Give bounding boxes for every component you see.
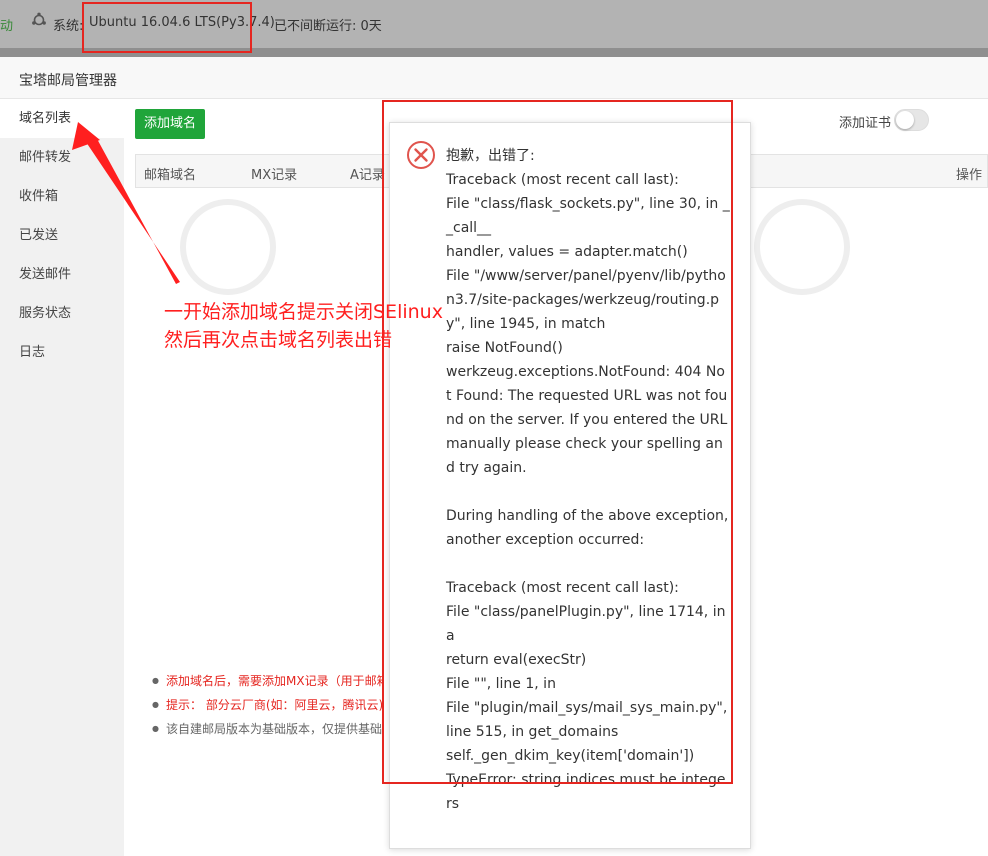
note-item: 提示： 部分云厂商(如：阿里云，腾讯云)默 bbox=[152, 693, 382, 717]
ubuntu-icon bbox=[32, 12, 46, 26]
sidebar-item-service-status[interactable]: 服务状态 bbox=[0, 294, 124, 333]
annotation-text: 一开始添加域名提示关闭SElinux 然后再次点击域名列表出错 bbox=[164, 298, 443, 354]
notes-list: 添加域名后，需要添加MX记录（用于邮箱 提示： 部分云厂商(如：阿里云，腾讯云)… bbox=[152, 669, 382, 741]
sidebar-item-domain-list[interactable]: 域名列表 bbox=[0, 99, 124, 138]
sidebar-item-mail-forward[interactable]: 邮件转发 bbox=[0, 138, 124, 177]
modal-title: 宝塔邮局管理器 bbox=[19, 73, 117, 89]
sidebar-item-sent[interactable]: 已发送 bbox=[0, 216, 124, 255]
add-cert-toggle[interactable] bbox=[894, 109, 929, 131]
online-status-text: 动 bbox=[0, 19, 14, 34]
sidebar-item-send-mail[interactable]: 发送邮件 bbox=[0, 255, 124, 294]
highlight-box-error bbox=[382, 100, 733, 784]
modal-header: 宝塔邮局管理器 bbox=[0, 57, 988, 99]
note-item: 该自建邮局版本为基础版本，仅提供基础功 bbox=[152, 717, 382, 741]
note-item: 添加域名后，需要添加MX记录（用于邮箱 bbox=[152, 669, 382, 693]
highlight-box-system bbox=[82, 2, 252, 53]
th-domain: 邮箱域名 bbox=[144, 168, 197, 183]
th-actions: 操作 bbox=[956, 168, 983, 183]
ghost-gauge-left bbox=[180, 199, 276, 295]
sidebar: 域名列表 邮件转发 收件箱 已发送 发送邮件 服务状态 日志 bbox=[0, 99, 124, 856]
th-mx: MX记录 bbox=[251, 168, 298, 183]
toggle-knob bbox=[896, 111, 914, 129]
sidebar-item-inbox[interactable]: 收件箱 bbox=[0, 177, 124, 216]
ghost-gauge-right bbox=[754, 199, 850, 295]
annotation-line-1: 一开始添加域名提示关闭SElinux bbox=[164, 301, 443, 323]
uptime-text: 已不间断运行: 0天 bbox=[274, 19, 382, 34]
sidebar-item-logs[interactable]: 日志 bbox=[0, 333, 124, 372]
add-cert-label: 添加证书 bbox=[839, 116, 892, 131]
th-a: A记录 bbox=[350, 168, 385, 183]
system-label: 系统: bbox=[53, 19, 84, 34]
add-domain-button[interactable]: 添加域名 bbox=[135, 109, 205, 139]
annotation-line-2: 然后再次点击域名列表出错 bbox=[164, 329, 393, 351]
